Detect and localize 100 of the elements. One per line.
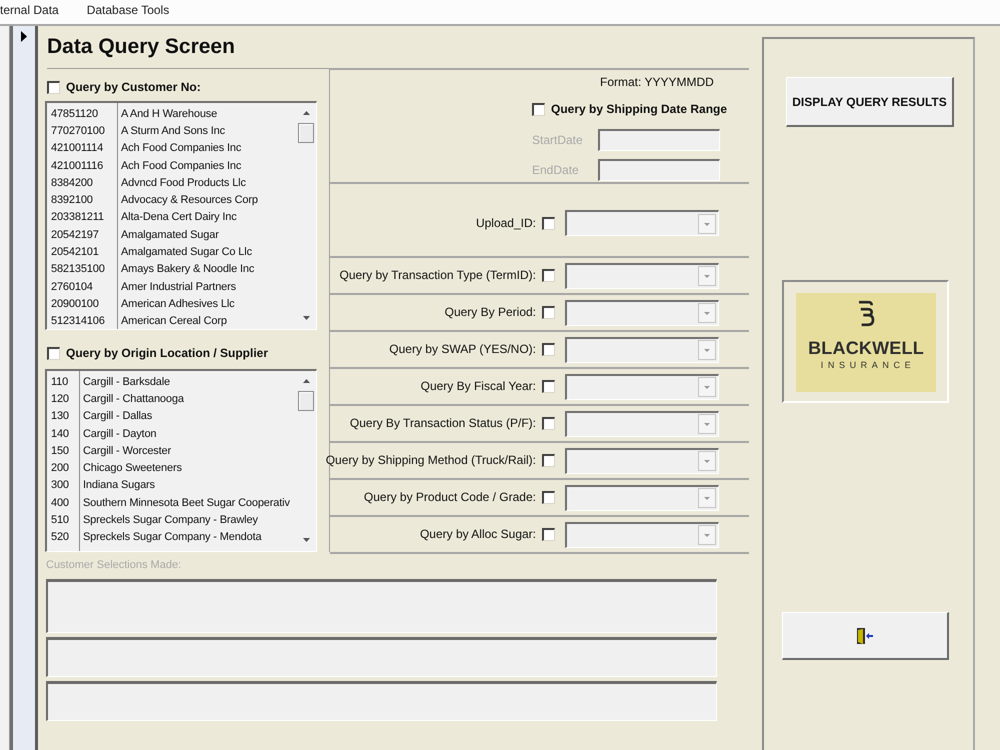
dropdown-field[interactable]: [565, 448, 719, 474]
customer-number[interactable]: 203381211: [51, 210, 113, 224]
dropdown-field[interactable]: [565, 522, 719, 548]
dropdown-field[interactable]: [565, 484, 719, 510]
filter-label: Query by Transaction Type (TermID):: [339, 268, 536, 283]
exit-door-icon: [856, 626, 874, 644]
customer-name[interactable]: Ach Food Companies Inc: [121, 158, 242, 173]
customer-number[interactable]: 582135100: [51, 262, 113, 276]
scroll-up-icon[interactable]: [302, 379, 310, 383]
location-code[interactable]: 510: [51, 513, 75, 528]
checkbox[interactable]: [542, 417, 555, 430]
location-code[interactable]: 400: [51, 496, 75, 510]
customer-name[interactable]: American Cereal Corp: [121, 314, 227, 328]
filter-label: Query by SWAP (YES/NO):: [389, 342, 536, 357]
supplier-name[interactable]: Chicago Sweeteners: [83, 461, 182, 476]
filter-label: Query By Period:: [444, 305, 536, 320]
customer-name[interactable]: Amalgamated Sugar: [121, 228, 219, 242]
checkbox[interactable]: [47, 346, 60, 360]
customer-name[interactable]: Ach Food Companies Inc: [121, 141, 242, 156]
scrollbar-thumb[interactable]: [298, 391, 314, 411]
checkbox-label: Query by Customer No:: [66, 80, 201, 94]
filter-label: Query by Shipping Method (Truck/Rail):: [326, 453, 536, 468]
location-code[interactable]: 300: [51, 478, 75, 492]
selections-label: Customer Selections Made:: [46, 558, 182, 572]
scroll-up-icon[interactable]: [302, 111, 310, 115]
dropdown-field[interactable]: [565, 410, 719, 436]
customer-name[interactable]: A Sturm And Sons Inc: [121, 124, 226, 138]
customer-number[interactable]: 770270100: [51, 124, 113, 138]
checkbox[interactable]: [542, 269, 555, 282]
supplier-name[interactable]: Cargill - Dayton: [83, 426, 156, 441]
exit-button[interactable]: [782, 612, 949, 660]
checkbox[interactable]: [542, 343, 555, 356]
supplier-name[interactable]: Cargill - Chattanooga: [83, 392, 184, 406]
checkbox[interactable]: [542, 491, 555, 504]
dropdown-field[interactable]: [565, 374, 719, 400]
supplier-name[interactable]: Indiana Sugars: [83, 478, 155, 492]
form-title: Data Query Screen: [47, 34, 235, 60]
checkbox[interactable]: [542, 528, 555, 541]
selection-field[interactable]: [46, 637, 717, 677]
customer-number[interactable]: 20900100: [51, 296, 113, 311]
menu-item[interactable]: Database Tools: [86, 0, 170, 19]
dropdown-field[interactable]: [565, 300, 719, 326]
customer-number[interactable]: 512314106: [51, 314, 113, 328]
dropdown-field[interactable]: [565, 210, 719, 236]
checkbox[interactable]: [542, 306, 555, 319]
location-code[interactable]: 130: [51, 409, 75, 424]
customer-name[interactable]: Alta-Dena Cert Dairy Inc: [121, 210, 237, 224]
supplier-name[interactable]: Cargill - Dallas: [83, 409, 152, 424]
location-code[interactable]: 120: [51, 392, 75, 406]
menu-item[interactable]: ternal Data: [0, 0, 59, 19]
dropdown-field[interactable]: [565, 336, 719, 362]
customer-number[interactable]: 20542197: [51, 228, 113, 242]
customer-name[interactable]: Advncd Food Products Llc: [121, 176, 246, 190]
checkbox[interactable]: [47, 80, 60, 94]
customer-name[interactable]: Amer Industrial Partners: [121, 280, 236, 294]
scrollbar-thumb[interactable]: [298, 123, 314, 143]
display-results-button[interactable]: DISPLAY QUERY RESULTS: [786, 77, 954, 127]
logo-mark-icon: [857, 300, 875, 327]
customer-number[interactable]: 421001114: [51, 141, 113, 156]
location-code[interactable]: 150: [51, 444, 75, 458]
logo-tagline: INSURANCE: [820, 360, 916, 371]
filter-label: Upload_ID:: [476, 216, 536, 230]
location-code[interactable]: 200: [51, 461, 75, 476]
checkbox-label: Query by Shipping Date Range: [551, 102, 728, 116]
customer-number[interactable]: 47851120: [51, 106, 113, 121]
customer-number[interactable]: 8384200: [51, 176, 113, 190]
date-field-label: StartDate: [532, 133, 583, 147]
filter-label: Query By Fiscal Year:: [420, 379, 536, 394]
supplier-name[interactable]: Southern Minnesota Beet Sugar Cooperativ: [83, 496, 290, 510]
checkbox[interactable]: [532, 102, 545, 116]
customer-number[interactable]: 421001116: [51, 158, 113, 173]
scroll-down-icon[interactable]: [302, 538, 310, 542]
customer-name[interactable]: Amalgamated Sugar Co Llc: [121, 245, 252, 260]
customer-list-box[interactable]: [45, 101, 317, 330]
customer-name[interactable]: American Adhesives Llc: [121, 296, 234, 311]
customer-number[interactable]: 2760104: [51, 280, 113, 294]
customer-name[interactable]: A And H Warehouse: [121, 106, 218, 121]
selection-field[interactable]: [46, 681, 717, 721]
selection-field[interactable]: [46, 579, 717, 633]
customer-number[interactable]: 20542101: [51, 245, 113, 260]
supplier-name[interactable]: Cargill - Barksdale: [83, 374, 170, 389]
customer-name[interactable]: Amays Bakery & Noodle Inc: [121, 262, 254, 276]
location-code[interactable]: 520: [51, 530, 75, 544]
origin-list-box[interactable]: [45, 369, 317, 552]
current-record-icon: [21, 31, 27, 42]
supplier-name[interactable]: Spreckels Sugar Company - Brawley: [83, 513, 258, 528]
supplier-name[interactable]: Cargill - Worcester: [83, 444, 172, 458]
filter-label: Query by Product Code / Grade:: [364, 490, 536, 505]
checkbox[interactable]: [542, 216, 555, 230]
checkbox[interactable]: [542, 380, 555, 393]
location-code[interactable]: 140: [51, 426, 75, 441]
location-code[interactable]: 110: [51, 374, 75, 389]
format-note: Format: YYYYMMDD: [600, 74, 714, 90]
checkbox[interactable]: [542, 454, 555, 467]
scroll-down-icon[interactable]: [302, 316, 310, 320]
customer-number[interactable]: 8392100: [51, 193, 113, 208]
supplier-name[interactable]: Spreckels Sugar Company - Mendota: [83, 530, 262, 544]
dropdown-field[interactable]: [565, 262, 719, 288]
date-field-label: EndDate: [532, 163, 579, 177]
customer-name[interactable]: Advocacy & Resources Corp: [121, 193, 258, 208]
